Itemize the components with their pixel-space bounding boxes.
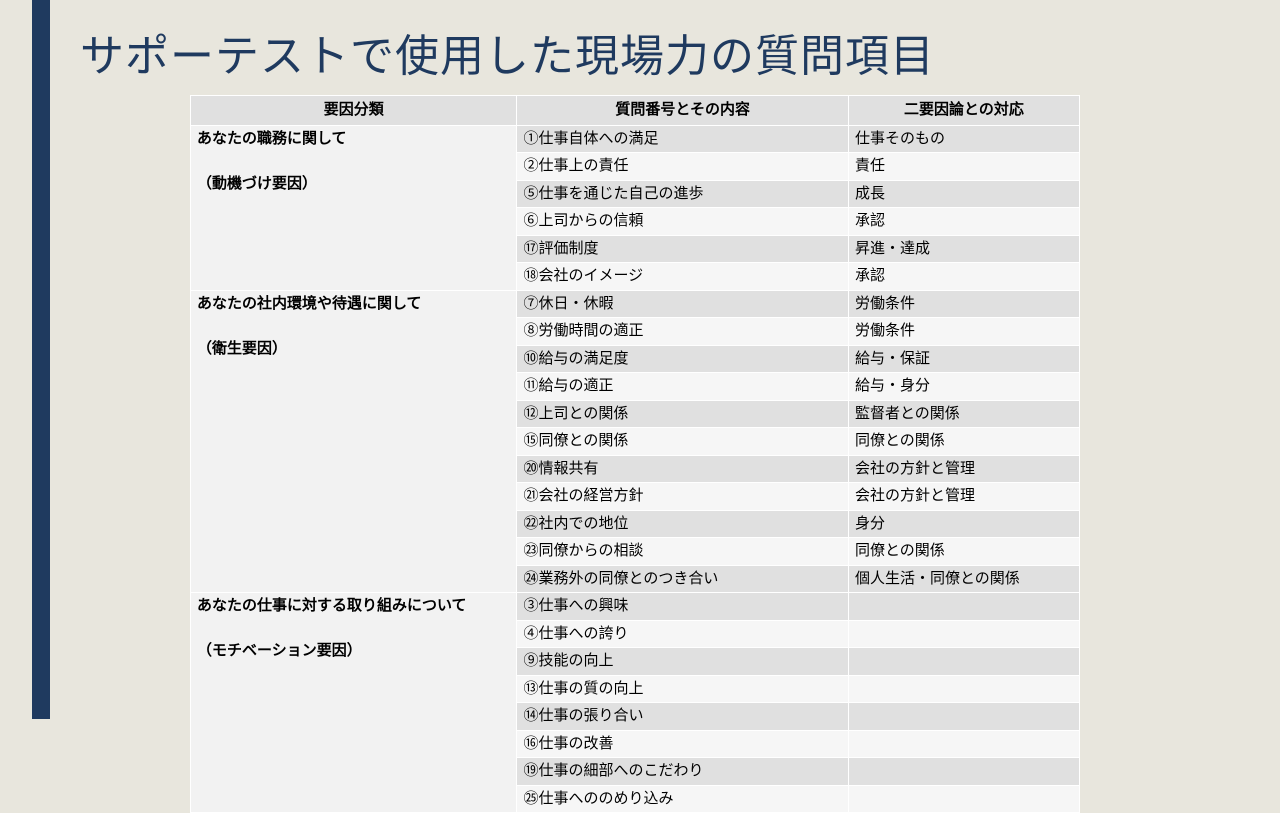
question-cell: ②仕事上の責任	[517, 153, 848, 181]
correspondence-cell	[848, 675, 1079, 703]
question-cell: ⑨技能の向上	[517, 648, 848, 676]
correspondence-cell	[848, 703, 1079, 731]
question-cell: ③仕事への興味	[517, 593, 848, 621]
correspondence-cell	[848, 730, 1079, 758]
correspondence-cell: 仕事そのもの	[848, 125, 1079, 153]
correspondence-cell: 身分	[848, 510, 1079, 538]
header-correspondence: 二要因論との対応	[848, 96, 1079, 126]
correspondence-cell: 責任	[848, 153, 1079, 181]
correspondence-cell: 監督者との関係	[848, 400, 1079, 428]
question-cell: ⑩給与の満足度	[517, 345, 848, 373]
correspondence-cell: 同僚との関係	[848, 538, 1079, 566]
category-line2: （動機づけ要因）	[197, 173, 510, 196]
correspondence-cell	[848, 785, 1079, 813]
correspondence-cell: 会社の方針と管理	[848, 483, 1079, 511]
question-cell: ⑥上司からの信頼	[517, 208, 848, 236]
question-cell: ⑮同僚との関係	[517, 428, 848, 456]
category-cell: あなたの職務に関して （動機づけ要因）	[191, 125, 517, 290]
correspondence-cell: 昇進・達成	[848, 235, 1079, 263]
category-line2: （モチベーション要因）	[197, 640, 510, 663]
question-cell: ⑧労働時間の適正	[517, 318, 848, 346]
question-cell: ⑲仕事の細部へのこだわり	[517, 758, 848, 786]
category-spacer	[197, 618, 510, 641]
question-cell: ④仕事への誇り	[517, 620, 848, 648]
correspondence-cell: 労働条件	[848, 290, 1079, 318]
correspondence-cell: 個人生活・同僚との関係	[848, 565, 1079, 593]
question-cell: ⑰評価制度	[517, 235, 848, 263]
question-cell: ⑦休日・休暇	[517, 290, 848, 318]
correspondence-cell: 承認	[848, 263, 1079, 291]
correspondence-cell: 承認	[848, 208, 1079, 236]
correspondence-cell	[848, 620, 1079, 648]
table-container: 要因分類 質問番号とその内容 二要因論との対応 あなたの職務に関して （動機づけ…	[190, 95, 1080, 813]
category-line1: あなたの職務に関して	[197, 128, 510, 151]
table-row: あなたの社内環境や待遇に関して （衛生要因）⑦休日・休暇労働条件	[191, 290, 1080, 318]
question-cell: ①仕事自体への満足	[517, 125, 848, 153]
correspondence-cell: 成長	[848, 180, 1079, 208]
correspondence-cell	[848, 648, 1079, 676]
header-question: 質問番号とその内容	[517, 96, 848, 126]
question-cell: ⑯仕事の改善	[517, 730, 848, 758]
correspondence-cell: 労働条件	[848, 318, 1079, 346]
page-title: サポーテストで使用した現場力の質問項目	[80, 20, 935, 84]
category-spacer	[197, 150, 510, 173]
correspondence-cell: 給与・保証	[848, 345, 1079, 373]
table-header-row: 要因分類 質問番号とその内容 二要因論との対応	[191, 96, 1080, 126]
question-cell: ㉔業務外の同僚とのつき合い	[517, 565, 848, 593]
question-cell: ⑬仕事の質の向上	[517, 675, 848, 703]
question-cell: ⑫上司との関係	[517, 400, 848, 428]
question-cell: ⑱会社のイメージ	[517, 263, 848, 291]
question-cell: ㉒社内での地位	[517, 510, 848, 538]
question-cell: ㉕仕事へののめり込み	[517, 785, 848, 813]
correspondence-cell: 会社の方針と管理	[848, 455, 1079, 483]
table-row: あなたの仕事に対する取り組みについて （モチベーション要因）③仕事への興味	[191, 593, 1080, 621]
question-cell: ⑪給与の適正	[517, 373, 848, 401]
correspondence-cell: 同僚との関係	[848, 428, 1079, 456]
accent-bar	[32, 0, 50, 719]
question-cell: ㉓同僚からの相談	[517, 538, 848, 566]
header-category: 要因分類	[191, 96, 517, 126]
category-line1: あなたの社内環境や待遇に関して	[197, 293, 510, 316]
correspondence-cell: 給与・身分	[848, 373, 1079, 401]
category-cell: あなたの社内環境や待遇に関して （衛生要因）	[191, 290, 517, 593]
correspondence-cell	[848, 758, 1079, 786]
question-cell: ⑳情報共有	[517, 455, 848, 483]
correspondence-cell	[848, 593, 1079, 621]
category-cell: あなたの仕事に対する取り組みについて （モチベーション要因）	[191, 593, 517, 813]
question-cell: ⑭仕事の張り合い	[517, 703, 848, 731]
category-line2: （衛生要因）	[197, 338, 510, 361]
factors-table: 要因分類 質問番号とその内容 二要因論との対応 あなたの職務に関して （動機づけ…	[190, 95, 1080, 813]
question-cell: ⑤仕事を通じた自己の進歩	[517, 180, 848, 208]
category-spacer	[197, 315, 510, 338]
table-row: あなたの職務に関して （動機づけ要因）①仕事自体への満足仕事そのもの	[191, 125, 1080, 153]
category-line1: あなたの仕事に対する取り組みについて	[197, 595, 510, 618]
question-cell: ㉑会社の経営方針	[517, 483, 848, 511]
